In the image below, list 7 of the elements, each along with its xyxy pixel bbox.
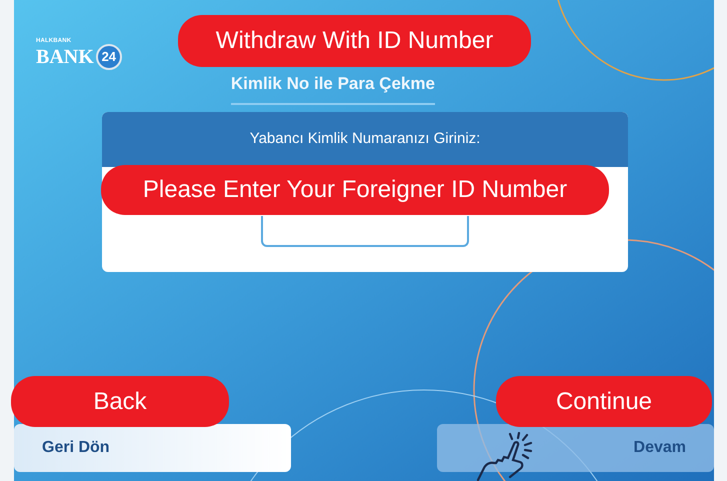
annotation-label: Continue: [496, 376, 712, 427]
annotation-label: Withdraw With ID Number: [178, 15, 531, 67]
back-button[interactable]: Geri Dön: [14, 424, 291, 472]
annotation-label: Please Enter Your Foreigner ID Number: [101, 165, 609, 215]
card-header-text: Yabancı Kimlik Numaranızı Giriniz:: [250, 129, 480, 150]
annotation-label: Back: [11, 376, 229, 427]
screen-title: Kimlik No ile Para Çekme: [230, 71, 435, 104]
